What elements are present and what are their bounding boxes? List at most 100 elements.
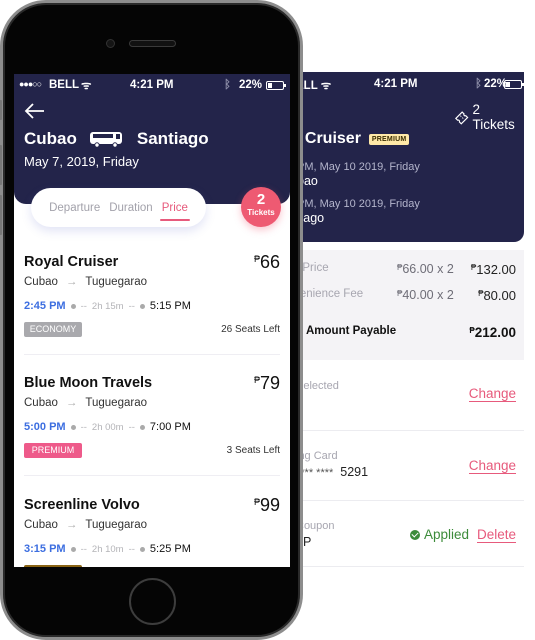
bus-title: l Cruiser PREMIUM — [296, 130, 410, 148]
dot-icon — [139, 546, 145, 552]
bus-price: ₱79 — [253, 373, 280, 393]
bus-class-badge: ECONOMY — [24, 322, 82, 337]
coupon-status: Applied — [410, 527, 469, 542]
depart-time: 5:00 PM — [24, 421, 66, 433]
battery-icon — [504, 80, 524, 89]
bus-result-card[interactable]: Screenline Volvo ₱99 Cubao → Tuguegarao 3:15 … — [24, 495, 280, 567]
checkout-header: ELL ᯤ 4:21 PM ᛒ 22% 2 Tickets l Cruiser … — [292, 72, 524, 242]
arrive-time: 5:15 PM — [149, 300, 191, 312]
bus-name: Blue Moon Travels — [24, 375, 153, 391]
seats-left: 3 Seats Left — [226, 445, 280, 456]
departure-time: PM, May 10 2019, Friday — [297, 161, 420, 173]
trip-duration: 2h 10m — [91, 543, 124, 555]
tab-duration[interactable]: Duration — [109, 199, 152, 217]
tickets-link[interactable]: 2 Tickets — [454, 102, 524, 132]
trip-duration: 2h 15m — [91, 300, 124, 312]
bus-name: Screenline Volvo — [24, 497, 140, 513]
card-number: **** **** 5291 — [296, 465, 369, 479]
dot-icon — [139, 424, 145, 430]
tab-departure[interactable]: Departure — [49, 199, 100, 217]
bus-class-badge: PREMIUM — [368, 133, 410, 145]
arrow-right-icon: → — [65, 519, 78, 531]
bus-name: l Cruiser — [296, 130, 361, 147]
tickets-badge[interactable]: 2 Tickets — [241, 187, 281, 227]
results-screen: ●●●○○ BELL ᯤ 4:21 PM ᛒ 22% Cubao Santiag… — [14, 74, 290, 567]
bus-route: Cubao → Tuguegarao — [24, 276, 147, 288]
app-showcase: ELL ᯤ 4:21 PM ᛒ 22% 2 Tickets l Cruiser … — [0, 0, 535, 640]
battery-percent: 22% — [239, 79, 263, 91]
bus-schedule: 5:00 PM -- 2h 00m -- 7:00 PM — [24, 421, 191, 433]
arrive-time: 5:25 PM — [149, 543, 191, 555]
fee-calc: ₱40.00 x 2 — [397, 288, 454, 302]
seats-left: 26 Seats Left — [221, 324, 280, 335]
signal-icon: ●●●○○ — [19, 79, 42, 89]
divider — [292, 566, 524, 567]
bus-name: Royal Cruiser — [24, 254, 119, 270]
arrive-time: 7:00 PM — [149, 421, 191, 433]
bus-result-card[interactable]: Royal Cruiser ₱66 Cubao → Tuguegarao 2:45 PM -… — [24, 252, 280, 364]
back-arrow-icon[interactable] — [24, 102, 46, 120]
delete-coupon-link[interactable]: Delete — [476, 527, 516, 543]
front-camera — [106, 39, 115, 48]
change-card-link[interactable]: Change — [468, 458, 516, 474]
bus-class-badge: PREMIUM — [24, 443, 82, 458]
home-button[interactable] — [129, 578, 176, 625]
depart-time: 2:45 PM — [24, 300, 66, 312]
bus-price: ₱99 — [253, 495, 280, 515]
divider — [292, 430, 524, 431]
bus-route: Cubao → Tuguegarao — [24, 397, 147, 409]
bus-price: ₱66 — [253, 252, 280, 272]
arrow-right-icon: → — [65, 276, 78, 288]
results-header: ●●●○○ BELL ᯤ 4:21 PM ᛒ 22% Cubao Santiag… — [14, 74, 290, 204]
bus-schedule: 2:45 PM -- 2h 15m -- 5:15 PM — [24, 300, 191, 312]
divider — [292, 500, 524, 501]
tab-price[interactable]: Price — [159, 199, 191, 221]
trip-duration: 2h 00m — [91, 421, 124, 433]
change-seats-link[interactable]: Change — [468, 386, 516, 402]
route-from: Cubao — [24, 129, 77, 148]
route-to: Santiago — [136, 129, 209, 148]
dot-icon — [70, 424, 76, 430]
dot-icon — [70, 546, 76, 552]
sort-tabs: Departure Duration Price — [31, 188, 206, 227]
travel-date: May 7, 2019, Friday — [24, 154, 139, 169]
mute-switch — [0, 100, 2, 120]
status-bar: ELL ᯤ 4:21 PM ᛒ 22% — [292, 78, 524, 92]
carrier-label: BELL — [49, 79, 80, 91]
bluetooth-icon: ᛒ — [475, 78, 482, 90]
tickets-count: 2 — [256, 191, 266, 208]
bus-route: Cubao → Tuguegarao — [24, 519, 147, 531]
battery-icon — [266, 81, 286, 90]
tickets-link-label: 2 Tickets — [472, 102, 515, 132]
volume-up-button — [0, 145, 2, 185]
volume-down-button — [0, 195, 2, 235]
divider — [24, 354, 280, 355]
bus-class-badge: LUXURY — [24, 565, 82, 567]
dot-icon — [139, 303, 145, 309]
ticket-icon — [454, 110, 469, 125]
status-time: 4:21 PM — [130, 79, 174, 91]
depart-time: 3:15 PM — [24, 543, 66, 555]
bus-schedule: 3:15 PM -- 2h 10m -- 5:25 PM — [24, 543, 191, 555]
divider — [24, 475, 280, 476]
bluetooth-icon: ᛒ — [224, 79, 231, 91]
wifi-icon: ᯤ — [81, 80, 92, 92]
amount-payable-total: ₱212.00 — [469, 325, 516, 340]
fare-breakdown: t Price ₱66.00 x 2 ₱132.00 renience Fee … — [292, 250, 524, 360]
check-circle-icon — [410, 529, 420, 540]
amount-payable-label: Amount Payable — [306, 325, 397, 337]
ticket-price-total: ₱132.00 — [470, 262, 516, 277]
bus-result-card[interactable]: Blue Moon Travels ₱79 Cubao → Tuguegarao 5:00… — [24, 373, 280, 485]
status-bar: ●●●○○ BELL ᯤ 4:21 PM ᛒ 22% — [14, 79, 290, 93]
fee-label: renience Fee — [296, 288, 364, 300]
dot-icon — [70, 303, 76, 309]
earpiece-speaker — [129, 40, 176, 47]
bus-icon — [89, 132, 122, 148]
arrow-right-icon: → — [65, 397, 78, 409]
fee-total: ₱80.00 — [478, 288, 516, 303]
tickets-label: Tickets — [247, 208, 275, 217]
arrival-time: PM, May 10 2019, Friday — [297, 198, 420, 210]
checkout-screen: ELL ᯤ 4:21 PM ᛒ 22% 2 Tickets l Cruiser … — [292, 72, 532, 570]
route-title: Cubao Santiago — [24, 129, 209, 149]
ticket-price-calc: ₱66.00 x 2 — [397, 262, 454, 276]
